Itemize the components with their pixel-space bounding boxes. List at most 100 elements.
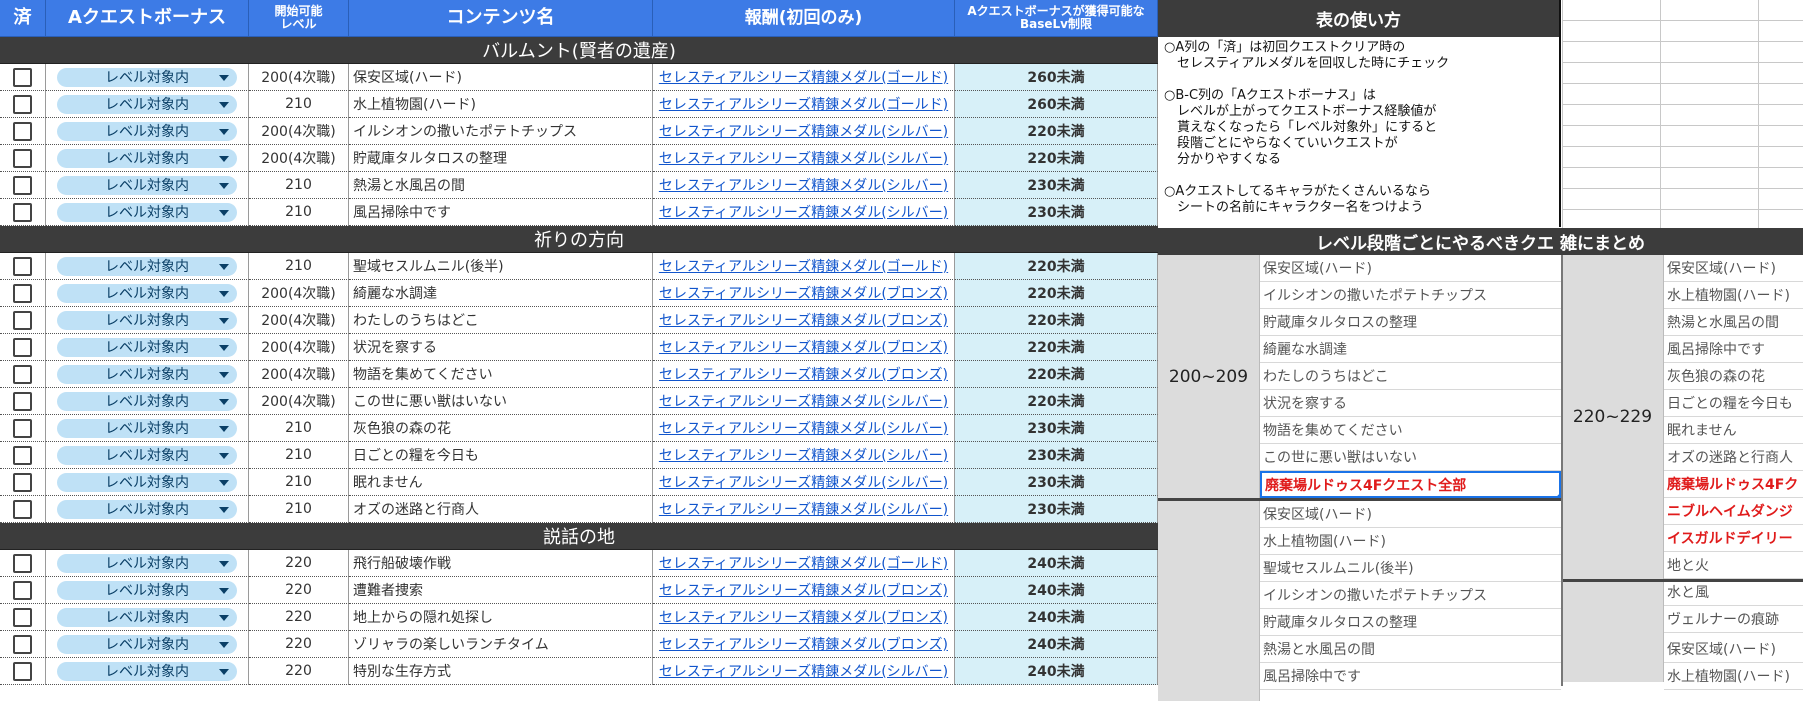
bonus-dropdown[interactable]: レベル対象内	[57, 391, 237, 411]
summary-item: この世に悪い獣はいない	[1260, 444, 1561, 471]
bonus-cell: レベル対象内	[46, 361, 249, 388]
chevron-down-icon	[219, 155, 229, 162]
reward-link[interactable]: セレスティアルシリーズ精錬メダル(ブロンズ)	[659, 337, 948, 357]
bonus-dropdown[interactable]: レベル対象内	[57, 121, 237, 141]
reward-link[interactable]: セレスティアルシリーズ精錬メダル(ブロンズ)	[659, 364, 948, 384]
done-checkbox[interactable]	[13, 94, 32, 114]
done-cell	[0, 361, 46, 388]
header-content-name: コンテンツ名	[349, 0, 653, 37]
bonus-dropdown[interactable]: レベル対象内	[57, 67, 237, 87]
bonus-dropdown[interactable]: レベル対象内	[57, 607, 237, 627]
content-name-cell: 保安区域(ハード)	[349, 64, 653, 91]
bonus-dropdown[interactable]: レベル対象内	[57, 148, 237, 168]
bonus-dropdown[interactable]: レベル対象内	[57, 337, 237, 357]
content-name-cell: 綺麗な水調達	[349, 280, 653, 307]
done-checkbox[interactable]	[13, 607, 32, 627]
bonus-cell: レベル対象内	[46, 145, 249, 172]
howto-line: ○A列の「済」は初回クエストクリア時の	[1164, 40, 1406, 55]
done-checkbox[interactable]	[13, 418, 32, 438]
done-checkbox[interactable]	[13, 175, 32, 195]
reward-link[interactable]: セレスティアルシリーズ精錬メダル(ブロンズ)	[659, 607, 948, 627]
bonus-dropdown[interactable]: レベル対象内	[57, 553, 237, 573]
reward-link[interactable]: セレスティアルシリーズ精錬メダル(ゴールド)	[659, 94, 948, 114]
done-checkbox[interactable]	[13, 445, 32, 465]
done-checkbox[interactable]	[13, 661, 32, 681]
done-checkbox[interactable]	[13, 391, 32, 411]
done-checkbox[interactable]	[13, 553, 32, 573]
reward-link[interactable]: セレスティアルシリーズ精錬メダル(ブロンズ)	[659, 283, 948, 303]
done-checkbox[interactable]	[13, 202, 32, 222]
bonus-dropdown[interactable]: レベル対象内	[57, 661, 237, 681]
bonus-dropdown-label: レベル対象内	[105, 367, 189, 383]
done-checkbox[interactable]	[13, 256, 32, 276]
content-name-cell: 物語を集めてください	[349, 361, 653, 388]
bonus-dropdown[interactable]: レベル対象内	[57, 634, 237, 654]
reward-link[interactable]: セレスティアルシリーズ精錬メダル(シルバー)	[659, 175, 948, 195]
bonus-dropdown[interactable]: レベル対象内	[57, 445, 237, 465]
bonus-dropdown[interactable]: レベル対象内	[57, 202, 237, 222]
done-checkbox[interactable]	[13, 634, 32, 654]
reward-link[interactable]: セレスティアルシリーズ精錬メダル(シルバー)	[659, 202, 948, 222]
summary-item: 眠れません	[1664, 417, 1803, 444]
summary-item: 保安区域(ハード)	[1664, 636, 1803, 663]
reward-link[interactable]: セレスティアルシリーズ精錬メダル(ブロンズ)	[659, 634, 948, 654]
bonus-dropdown[interactable]: レベル対象内	[57, 283, 237, 303]
bonus-dropdown-label: レベル対象内	[105, 70, 189, 86]
done-checkbox[interactable]	[13, 364, 32, 384]
reward-link[interactable]: セレスティアルシリーズ精錬メダル(シルバー)	[659, 148, 948, 168]
done-checkbox[interactable]	[13, 67, 32, 87]
bonus-dropdown[interactable]: レベル対象内	[57, 94, 237, 114]
reward-link[interactable]: セレスティアルシリーズ精錬メダル(シルバー)	[659, 661, 948, 681]
grid-line	[1562, 125, 1803, 126]
done-checkbox[interactable]	[13, 580, 32, 600]
reward-link[interactable]: セレスティアルシリーズ精錬メダル(シルバー)	[659, 472, 948, 492]
done-checkbox[interactable]	[13, 472, 32, 492]
reward-cell: セレスティアルシリーズ精錬メダル(シルバー)	[653, 442, 955, 469]
bonus-dropdown[interactable]: レベル対象内	[57, 580, 237, 600]
bonus-dropdown[interactable]: レベル対象内	[57, 418, 237, 438]
bonus-dropdown[interactable]: レベル対象内	[57, 364, 237, 384]
reward-link[interactable]: セレスティアルシリーズ精錬メダル(シルバー)	[659, 418, 948, 438]
section-header: 説話の地	[0, 523, 1158, 550]
bonus-dropdown[interactable]: レベル対象内	[57, 310, 237, 330]
bonus-cell: レベル対象内	[46, 64, 249, 91]
reward-cell: セレスティアルシリーズ精錬メダル(ブロンズ)	[653, 334, 955, 361]
level-limit-cell: 230未満	[955, 442, 1158, 469]
bonus-dropdown[interactable]: レベル対象内	[57, 256, 237, 276]
reward-link[interactable]: セレスティアルシリーズ精錬メダル(ゴールド)	[659, 67, 948, 87]
done-checkbox[interactable]	[13, 148, 32, 168]
reward-link[interactable]: セレスティアルシリーズ精錬メダル(ブロンズ)	[659, 310, 948, 330]
level-limit-cell: 230未満	[955, 172, 1158, 199]
bonus-dropdown-label: レベル対象内	[105, 664, 189, 680]
reward-link[interactable]: セレスティアルシリーズ精錬メダル(シルバー)	[659, 499, 948, 519]
range-blank	[1562, 582, 1664, 682]
chevron-down-icon	[219, 344, 229, 351]
bonus-dropdown[interactable]: レベル対象内	[57, 499, 237, 519]
table-row: レベル対象内 200(4次職) 物語を集めてください セレスティアルシリーズ精錬メダル…	[0, 361, 1158, 388]
grid-line	[1562, 146, 1803, 147]
chevron-down-icon	[219, 641, 229, 648]
reward-link[interactable]: セレスティアルシリーズ精錬メダル(シルバー)	[659, 121, 948, 141]
summary-item: 貯蔵庫タルタロスの整理	[1260, 609, 1561, 636]
bonus-dropdown-label: レベル対象内	[105, 502, 189, 518]
reward-link[interactable]: セレスティアルシリーズ精錬メダル(シルバー)	[659, 445, 948, 465]
table-row: レベル対象内 220 飛行船破壊作戦 セレスティアルシリーズ精錬メダル(ゴールド) 24…	[0, 550, 1158, 577]
done-checkbox[interactable]	[13, 283, 32, 303]
reward-link[interactable]: セレスティアルシリーズ精錬メダル(ゴールド)	[659, 553, 948, 573]
bonus-dropdown-label: レベル対象内	[105, 259, 189, 275]
content-name-cell: 状況を察する	[349, 334, 653, 361]
bonus-dropdown-label: レベル対象内	[105, 286, 189, 302]
done-checkbox[interactable]	[13, 121, 32, 141]
reward-cell: セレスティアルシリーズ精錬メダル(ブロンズ)	[653, 280, 955, 307]
reward-link[interactable]: セレスティアルシリーズ精錬メダル(シルバー)	[659, 391, 948, 411]
done-checkbox[interactable]	[13, 337, 32, 357]
reward-link[interactable]: セレスティアルシリーズ精錬メダル(ブロンズ)	[659, 580, 948, 600]
bonus-cell: レベル対象内	[46, 658, 249, 685]
range-label-200: 200~209	[1158, 255, 1260, 498]
done-checkbox[interactable]	[13, 499, 32, 519]
bonus-dropdown[interactable]: レベル対象内	[57, 472, 237, 492]
reward-link[interactable]: セレスティアルシリーズ精錬メダル(ゴールド)	[659, 256, 948, 276]
done-checkbox[interactable]	[13, 310, 32, 330]
bonus-dropdown[interactable]: レベル対象内	[57, 175, 237, 195]
reward-cell: セレスティアルシリーズ精錬メダル(シルバー)	[653, 118, 955, 145]
